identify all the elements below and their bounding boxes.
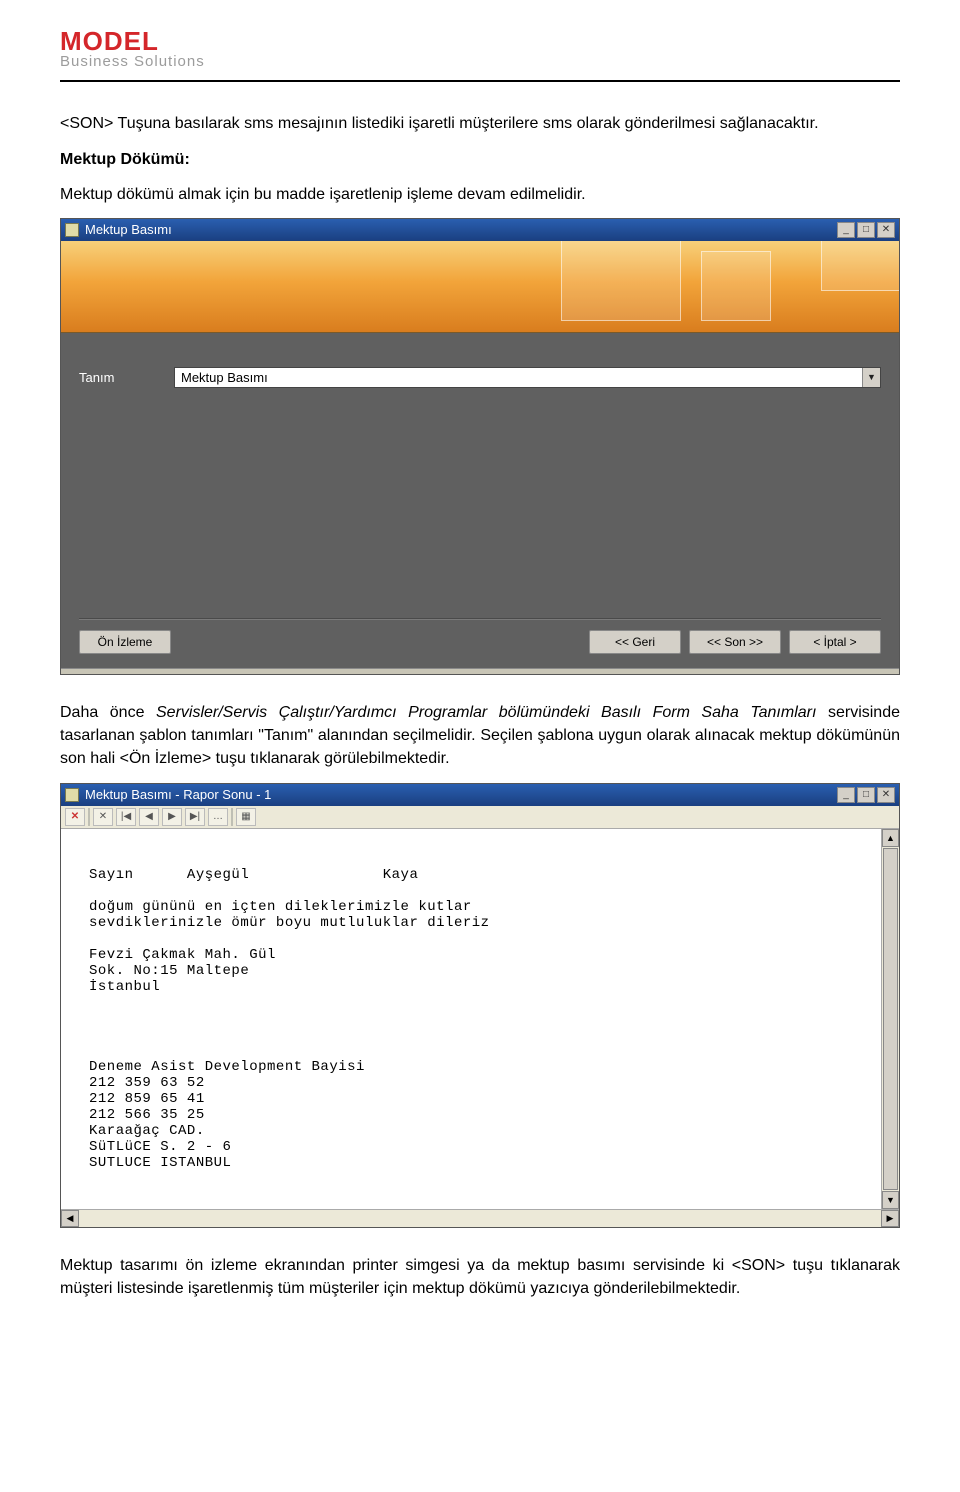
scroll-down-icon[interactable]: ▼ [882,1191,899,1209]
window-rapor-sonu: Mektup Basımı - Rapor Sonu - 1 _ □ ✕ ✕ ✕… [60,783,900,1228]
scroll-left-icon[interactable]: ◀ [61,1210,79,1227]
paragraph-4: Mektup tasarımı ön izleme ekranından pri… [60,1254,900,1300]
report-toolbar: ✕ ✕ |◀ ◀ ▶ ▶| … ▦ [61,806,899,829]
paragraph-3-italic: Servisler/Servis Çalıştır/Yardımcı Progr… [156,704,816,721]
son-button[interactable]: << Son >> [689,630,781,654]
more-icon[interactable]: … [208,808,228,826]
window2-title: Mektup Basımı - Rapor Sonu - 1 [85,787,271,802]
logo-main: MODEL [60,30,900,53]
chevron-down-icon[interactable]: ▼ [862,368,880,387]
scroll-right-icon[interactable]: ▶ [881,1210,899,1227]
window-icon [65,223,79,237]
minimize-button[interactable]: _ [837,787,855,803]
tanim-dropdown-value: Mektup Basımı [175,368,862,387]
logo-subtitle: Business Solutions [60,53,900,70]
heading-mektup-dokumu: Mektup Dökümü: [60,148,900,171]
close-report-icon[interactable]: ✕ [65,808,85,826]
horizontal-scrollbar[interactable]: ◀ ▶ [61,1209,899,1227]
cut-icon[interactable]: ✕ [93,808,113,826]
scroll-track[interactable] [79,1210,881,1227]
iptal-button[interactable]: < İptal > [789,630,881,654]
tanim-dropdown[interactable]: Mektup Basımı ▼ [174,367,881,388]
window-mektup-basimi: Mektup Basımı _ □ ✕ Tanım Mektup Basımı … [60,218,900,675]
decorative-banner [61,241,899,333]
next-page-icon[interactable]: ▶ [162,808,182,826]
maximize-button[interactable]: □ [857,787,875,803]
report-text: Sayın Ayşegül Kaya doğum gününü en içten… [61,829,881,1209]
grid-icon[interactable]: ▦ [236,808,256,826]
geri-button[interactable]: << Geri [589,630,681,654]
close-button[interactable]: ✕ [877,222,895,238]
minimize-button[interactable]: _ [837,222,855,238]
titlebar: Mektup Basımı _ □ ✕ [61,219,899,241]
window-icon [65,788,79,802]
paragraph-2: Mektup dökümü almak için bu madde işaret… [60,183,900,206]
paragraph-3: Daha önce Servisler/Servis Çalıştır/Yard… [60,701,900,771]
paragraph-1: <SON> Tuşuna basılarak sms mesajının lis… [60,112,900,135]
logo-block: MODEL Business Solutions [60,30,900,70]
vertical-scrollbar[interactable]: ▲ ▼ [881,829,899,1209]
last-page-icon[interactable]: ▶| [185,808,205,826]
window-title: Mektup Basımı [85,222,172,237]
header-rule [60,80,900,82]
prev-page-icon[interactable]: ◀ [139,808,159,826]
on-izleme-button[interactable]: Ön İzleme [79,630,171,654]
status-bar [61,668,899,674]
titlebar-2: Mektup Basımı - Rapor Sonu - 1 _ □ ✕ [61,784,899,806]
toolbar-separator [231,808,233,826]
divider [79,618,881,620]
maximize-button[interactable]: □ [857,222,875,238]
toolbar-separator [88,808,90,826]
scroll-thumb[interactable] [883,848,898,1190]
scroll-up-icon[interactable]: ▲ [882,829,899,847]
close-button[interactable]: ✕ [877,787,895,803]
field-label-tanim: Tanım [79,370,174,385]
first-page-icon[interactable]: |◀ [116,808,136,826]
paragraph-3-prefix: Daha önce [60,704,156,721]
